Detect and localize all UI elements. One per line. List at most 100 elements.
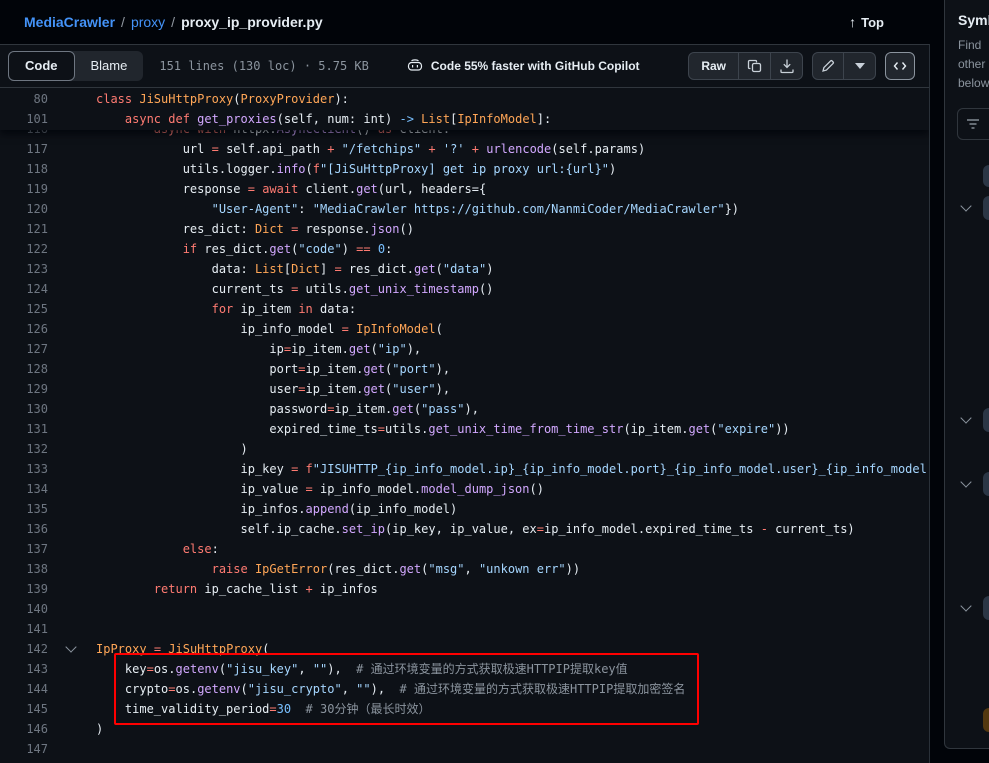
code-line-content: self.ip_cache.set_ip(ip_key, ip_value, e… [96, 519, 855, 539]
line-number[interactable]: 134 [0, 479, 48, 499]
symbol-badge[interactable] [983, 708, 989, 732]
tab-blame[interactable]: Blame [75, 51, 144, 81]
symbols-panel-toggle-button[interactable] [885, 52, 915, 80]
line-number[interactable]: 130 [0, 399, 48, 419]
code-line: 146) [0, 719, 929, 739]
symbols-filter-input[interactable] [957, 108, 989, 140]
line-number[interactable]: 126 [0, 319, 48, 339]
line-number[interactable]: 80 [0, 89, 48, 109]
code-line-content: for ip_item in data: [96, 299, 356, 319]
symbol-badge[interactable] [983, 196, 989, 220]
line-gutter [48, 139, 96, 159]
line-number[interactable]: 146 [0, 719, 48, 739]
code-blame-switch: Code Blame [8, 51, 143, 81]
raw-copy-download-group: Raw [688, 52, 803, 80]
code-line-content: ip=ip_item.get("ip"), [96, 339, 421, 359]
symbol-badge[interactable] [983, 408, 989, 432]
back-to-top-link[interactable]: ↑ Top [849, 14, 884, 30]
line-number[interactable]: 127 [0, 339, 48, 359]
code-line-content: data: List[Dict] = res_dict.get("data") [96, 259, 493, 279]
code-line-content: ip_key = f"JISUHTTP_{ip_info_model.ip}_{… [96, 459, 929, 479]
collapse-chevron-down-icon[interactable] [65, 641, 76, 652]
code-line-content: key=os.getenv("jisu_key", ""), # 通过环境变量的… [96, 659, 628, 679]
breadcrumb-filename: proxy_ip_provider.py [181, 14, 323, 30]
breadcrumb-repo-link[interactable]: MediaCrawler [24, 14, 115, 30]
line-number[interactable]: 118 [0, 159, 48, 179]
line-number[interactable]: 120 [0, 199, 48, 219]
line-number[interactable]: 125 [0, 299, 48, 319]
code-scroll-area[interactable]: 116 async with httpx.AsyncClient() as cl… [0, 88, 929, 763]
code-line: 145 time_validity_period=30 # 30分钟（最长时效） [0, 699, 929, 719]
line-number[interactable]: 117 [0, 139, 48, 159]
breadcrumb: MediaCrawler / proxy / proxy_ip_provider… [24, 14, 323, 30]
line-gutter [48, 239, 96, 259]
symbol-badge[interactable] [983, 472, 989, 496]
line-number[interactable]: 133 [0, 459, 48, 479]
code-line-content: res_dict: Dict = response.json() [96, 219, 414, 239]
edit-button[interactable] [812, 52, 844, 80]
line-number[interactable]: 129 [0, 379, 48, 399]
code-line: 126 ip_info_model = IpInfoModel( [0, 319, 929, 339]
line-number[interactable]: 119 [0, 179, 48, 199]
code-line: 125 for ip_item in data: [0, 299, 929, 319]
line-gutter [48, 439, 96, 459]
line-number[interactable]: 123 [0, 259, 48, 279]
line-gutter [48, 499, 96, 519]
code-line: 120 "User-Agent": "MediaCrawler https://… [0, 199, 929, 219]
line-gutter [48, 319, 96, 339]
caret-down-icon [855, 63, 865, 69]
file-view-column: MediaCrawler / proxy / proxy_ip_provider… [0, 0, 930, 763]
line-number[interactable]: 132 [0, 439, 48, 459]
line-number[interactable]: 136 [0, 519, 48, 539]
line-gutter [48, 719, 96, 739]
code-line: 135 ip_infos.append(ip_info_model) [0, 499, 929, 519]
line-number[interactable]: 122 [0, 239, 48, 259]
symbol-badge[interactable] [983, 596, 989, 620]
line-gutter [48, 699, 96, 719]
code-line-content: url = self.api_path + "/fetchips" + '?' … [96, 139, 645, 159]
code-line: 142IpProxy = JiSuHttpProxy( [0, 639, 929, 659]
line-number[interactable]: 124 [0, 279, 48, 299]
tab-code[interactable]: Code [8, 51, 75, 81]
symbol-expand-chevron-down-icon[interactable] [960, 600, 971, 611]
line-gutter [48, 659, 96, 679]
symbols-panel-description-line: Find [958, 38, 981, 52]
code-line-content: ip_value = ip_info_model.model_dump_json… [96, 479, 544, 499]
symbol-expand-chevron-down-icon[interactable] [960, 200, 971, 211]
line-number[interactable]: 143 [0, 659, 48, 679]
symbol-badge[interactable] [983, 165, 989, 187]
raw-button[interactable]: Raw [688, 52, 739, 80]
code-line-content: crypto=os.getenv("jisu_crypto", ""), # 通… [96, 679, 685, 699]
line-number[interactable]: 140 [0, 599, 48, 619]
line-number[interactable]: 121 [0, 219, 48, 239]
line-number[interactable]: 144 [0, 679, 48, 699]
code-line-content: "User-Agent": "MediaCrawler https://gith… [96, 199, 739, 219]
line-gutter [48, 559, 96, 579]
breadcrumb-folder-link[interactable]: proxy [131, 14, 165, 30]
code-line-content: port=ip_item.get("port"), [96, 359, 450, 379]
code-line: 144 crypto=os.getenv("jisu_crypto", ""),… [0, 679, 929, 699]
copy-button[interactable] [739, 52, 771, 80]
line-number[interactable]: 142 [0, 639, 48, 659]
symbol-expand-chevron-down-icon[interactable] [960, 476, 971, 487]
download-icon [779, 58, 795, 74]
line-number[interactable]: 139 [0, 579, 48, 599]
code-line: 130 password=ip_item.get("pass"), [0, 399, 929, 419]
copilot-banner: Code 55% faster with GitHub Copilot [407, 58, 640, 74]
copy-icon [747, 58, 763, 74]
line-number[interactable]: 128 [0, 359, 48, 379]
up-arrow-icon: ↑ [849, 14, 856, 30]
line-number[interactable]: 145 [0, 699, 48, 719]
line-number[interactable]: 141 [0, 619, 48, 639]
symbols-panel-description-line: other [958, 57, 985, 71]
line-number[interactable]: 101 [0, 109, 48, 129]
line-number[interactable]: 135 [0, 499, 48, 519]
line-number[interactable]: 131 [0, 419, 48, 439]
code-line: 128 port=ip_item.get("port"), [0, 359, 929, 379]
edit-dropdown-button[interactable] [844, 52, 876, 80]
line-number[interactable]: 138 [0, 559, 48, 579]
download-button[interactable] [771, 52, 803, 80]
line-number[interactable]: 147 [0, 739, 48, 759]
line-number[interactable]: 137 [0, 539, 48, 559]
symbol-expand-chevron-down-icon[interactable] [960, 412, 971, 423]
